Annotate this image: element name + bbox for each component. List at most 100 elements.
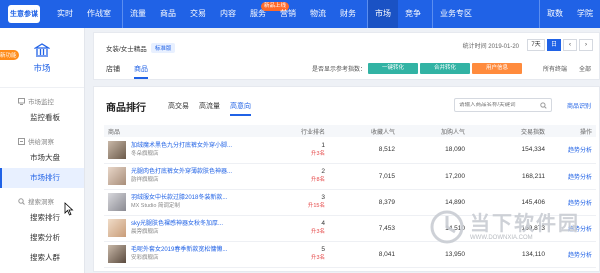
- breadcrumb: 女装/女士精品 标准版: [106, 43, 176, 53]
- nav-right: 取数 学院: [535, 0, 600, 28]
- all-select[interactable]: 全部: [579, 64, 591, 73]
- nav-item-finance[interactable]: 财务: [333, 0, 363, 28]
- cart-value: 18,090: [399, 137, 469, 164]
- fav-value: 7,015: [329, 163, 399, 190]
- shop-name: 安彩旗舰店: [131, 255, 159, 261]
- nav-item-trade[interactable]: 交易: [183, 0, 213, 28]
- mouse-cursor-icon: [64, 202, 74, 216]
- nav-item-fetch[interactable]: 取数: [539, 0, 570, 28]
- date-controls: 统计时间 2019-01-20 7天 日 ‹ ›: [463, 39, 593, 51]
- trend-analysis-link[interactable]: 趋势分析: [568, 148, 592, 154]
- product-thumbnail[interactable]: [108, 193, 126, 211]
- merge-convert-button[interactable]: 合并转化: [420, 63, 471, 74]
- date-day-button[interactable]: 日: [547, 39, 561, 51]
- next-date-button[interactable]: ›: [579, 39, 593, 51]
- product-thumbnail[interactable]: [108, 167, 126, 185]
- terminal-filter: 所有终端 全部: [531, 64, 591, 73]
- nav-item-competition[interactable]: 竞争: [398, 0, 428, 28]
- top-nav: 生意参谋 实时 作战室 流量 商品 交易 内容 服务 新品上线 营销 物流 财务 …: [0, 0, 600, 28]
- product-name[interactable]: 羽绒服女中长款过膝2018冬装新款...: [131, 194, 227, 202]
- col-rank[interactable]: 行业排名: [284, 125, 329, 137]
- nav-item-logistics[interactable]: 物流: [303, 0, 333, 28]
- nav-item-business[interactable]: 业务专区: [432, 0, 479, 28]
- tab-high-traffic[interactable]: 高流量: [199, 101, 220, 116]
- market-icon: [34, 42, 50, 57]
- table-row: 毛呢外套女2019春季新款宽松慵懒... 安彩旗舰店 5 升3名 8,041 13,…: [104, 241, 596, 268]
- metric-label: 是否显示参考指数：: [312, 67, 367, 73]
- trade-value: 168,211: [469, 163, 549, 190]
- cart-value: 17,200: [399, 163, 469, 190]
- rank-card: 商品排行 高交易 高流量 高意向 商品识别 商品 行业排名 收藏人气 加购人气 …: [93, 86, 600, 272]
- date-label: 统计时间 2019-01-20: [462, 43, 519, 50]
- tab-shop[interactable]: 店铺: [106, 64, 120, 79]
- product-name[interactable]: 光腿肉色打底裤女外穿薄款肤色神器...: [131, 168, 232, 176]
- terminal-select[interactable]: 所有终端: [543, 64, 567, 73]
- nav-item-traffic[interactable]: 流量: [122, 0, 153, 28]
- trade-value: 154,334: [469, 137, 549, 164]
- product-thumbnail[interactable]: [108, 245, 126, 263]
- nav-item-market[interactable]: 市场: [367, 0, 398, 28]
- fav-value: 7,453: [329, 215, 399, 242]
- search-group-icon: [18, 197, 25, 205]
- sidebar-item-search-analysis[interactable]: 搜索分析: [0, 228, 84, 248]
- rank-change: 升3名: [310, 255, 325, 261]
- col-trade[interactable]: 交易指数: [469, 125, 549, 137]
- nav-item-product[interactable]: 商品: [153, 0, 183, 28]
- sidebar-group-monitor: 市场监控: [0, 88, 84, 108]
- sidebar-group-supply: 供给洞察: [0, 128, 84, 148]
- product-thumbnail[interactable]: [108, 140, 126, 159]
- trend-analysis-link[interactable]: 趋势分析: [568, 253, 592, 259]
- rank-search[interactable]: [454, 98, 552, 112]
- sidebar-item-search-crowd[interactable]: 搜索人群: [0, 248, 84, 268]
- search-icon[interactable]: [540, 101, 547, 109]
- sidebar-item-dashboard[interactable]: 监控看板: [0, 108, 84, 128]
- nav-item-realtime[interactable]: 实时: [50, 0, 80, 28]
- sidebar: 新功能 市场 市场监控 监控看板 供给洞察 市场大盘 市场排行 搜索洞察 搜索排…: [0, 28, 85, 273]
- sidebar-item-market-rank[interactable]: 市场排行: [0, 168, 84, 188]
- watermark-title: 当下软件园: [470, 213, 580, 235]
- col-cart[interactable]: 加购人气: [399, 125, 469, 137]
- sidebar-group-label: 市场监控: [28, 99, 54, 106]
- product-name[interactable]: 毛呢外套女2019春季新款宽松慵懒...: [131, 246, 227, 254]
- nav-item-marketing[interactable]: 营销: [273, 0, 303, 28]
- trend-analysis-link[interactable]: 趋势分析: [568, 175, 592, 181]
- one-click-convert-button[interactable]: 一键转化: [368, 63, 419, 74]
- nav-item-warroom[interactable]: 作战室: [80, 0, 118, 28]
- nav-item-service[interactable]: 服务 新品上线: [243, 0, 290, 28]
- logo-text: 生意参谋: [10, 11, 38, 18]
- product-name[interactable]: sky光腿肤色裸感神器女秋冬加厚...: [131, 220, 223, 228]
- rank-change: 升15名: [307, 203, 325, 209]
- rank-change: 升8名: [310, 177, 325, 183]
- product-name[interactable]: 加绒魔术黑色九分打底裤女外穿小脚...: [131, 142, 232, 150]
- tab-high-intent[interactable]: 高意向: [230, 101, 251, 116]
- logo[interactable]: 生意参谋: [8, 5, 40, 23]
- prev-date-button[interactable]: ‹: [563, 39, 577, 51]
- product-identify-link[interactable]: 商品识别: [567, 101, 591, 110]
- standard-tag: 标准版: [150, 43, 176, 53]
- category-select[interactable]: 女装/女士精品: [106, 43, 147, 53]
- trend-analysis-link[interactable]: 趋势分析: [568, 201, 592, 207]
- watermark-url: WWW.DOWNXIA.COM: [470, 235, 533, 241]
- tab-high-trade[interactable]: 高交易: [168, 101, 189, 116]
- user-info-button[interactable]: 用户信息: [472, 63, 523, 74]
- metric-toggle-row: 是否显示参考指数： 一键转化 合并转化 用户信息: [312, 63, 523, 74]
- col-fav[interactable]: 收藏人气: [329, 125, 399, 137]
- nav-item-content[interactable]: 内容: [213, 0, 243, 28]
- cart-value: 13,950: [399, 241, 469, 268]
- shop-name: 冬朵旗舰店: [131, 150, 159, 157]
- date-7d-button[interactable]: 7天: [527, 39, 545, 51]
- nav-item-academy[interactable]: 学院: [570, 0, 600, 28]
- sidebar-header: 新功能 市场: [0, 28, 84, 88]
- new-feature-tag: 新功能: [0, 50, 19, 60]
- table-row: 加绒魔术黑色九分打底裤女外穿小脚... 冬朵旗舰店 1 升3名 8,512 18,0…: [104, 137, 596, 164]
- rank-change: 升3名: [310, 229, 325, 235]
- sidebar-item-market-overview[interactable]: 市场大盘: [0, 148, 84, 168]
- shop-name: 韵祥旗舰店: [131, 177, 159, 183]
- shop-name: 晨旁旗舰店: [131, 229, 159, 235]
- nav-items: 实时 作战室 流量 商品 交易 内容 服务 新品上线 营销 物流 财务 市场 竞争…: [50, 0, 479, 28]
- rank-value: 3: [321, 194, 325, 201]
- tab-product[interactable]: 商品: [134, 64, 148, 79]
- product-thumbnail[interactable]: [108, 219, 126, 237]
- col-product: 商品: [104, 125, 284, 137]
- search-input[interactable]: [459, 102, 541, 108]
